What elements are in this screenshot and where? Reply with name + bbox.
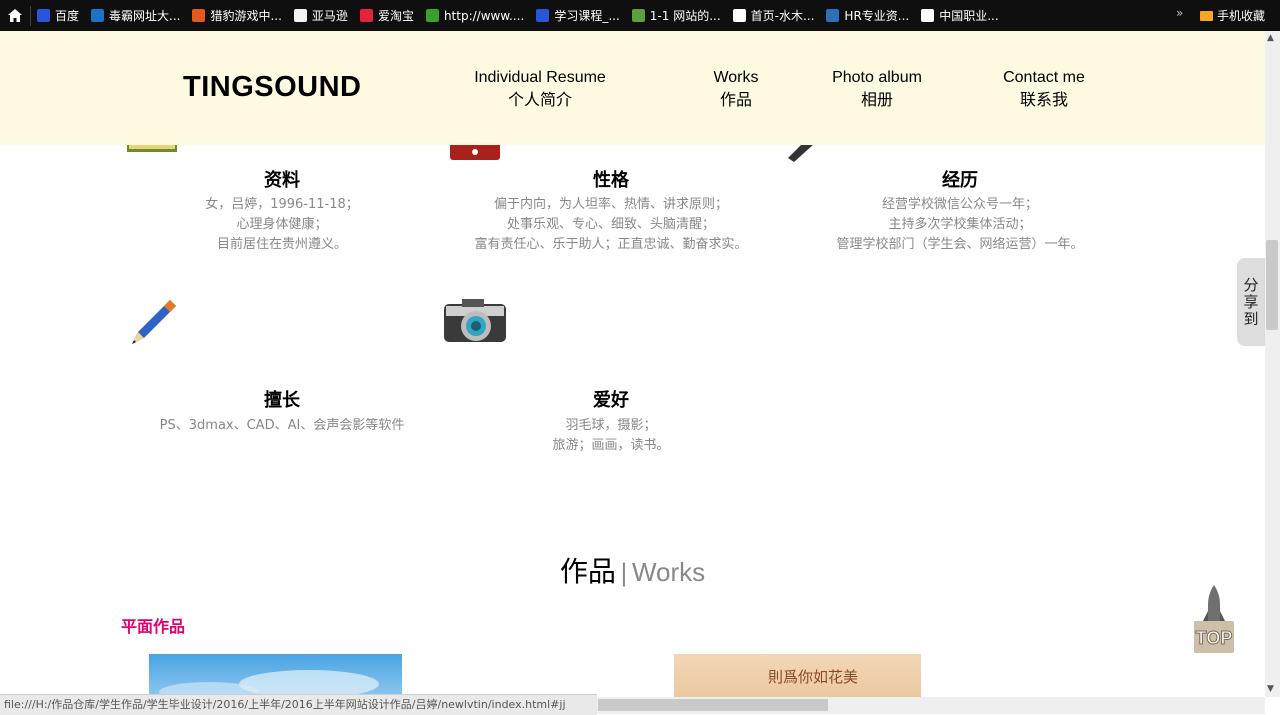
works-title-cn: 作品 xyxy=(559,555,616,588)
profile-line: 女，吕婷，1996-11-18； xyxy=(205,197,359,212)
profile-title-skills: 擅长 xyxy=(264,390,300,411)
work-thumbnail[interactable] xyxy=(149,654,402,697)
bookmark-item[interactable]: 首页-水木... xyxy=(732,7,815,24)
nav-label-cn: 相册 xyxy=(860,90,893,109)
bookmark-label: http://www.... xyxy=(443,8,525,23)
bookmark-item[interactable]: 中国职业... xyxy=(921,7,999,24)
bookmark-label: 猎豹游戏中... xyxy=(210,9,282,23)
profile-line: 处事乐观、专心、细致、头脑清醒； xyxy=(506,217,715,232)
game-icon xyxy=(192,9,206,22)
bird-icon xyxy=(826,9,840,22)
profile-title-experience: 经历 xyxy=(942,170,978,191)
site-header: TINGSOUND Individual Resume 个人简介 Works 作… xyxy=(0,31,1265,145)
bookmarks-bar: 百度 毒霸网址大... 猎豹游戏中... 亚马逊 爱淘宝 http://www.... 学习… xyxy=(0,0,1280,31)
back-to-top-button[interactable]: TOP xyxy=(1192,583,1236,659)
profile-line: 富有责任心、乐于助人；正直忠诚、勤奋求实。 xyxy=(474,237,748,252)
profile-line: PS、3dmax、CAD、AI、会声会影等软件 xyxy=(159,418,405,433)
profile-line: 羽毛球，摄影； xyxy=(565,418,657,433)
profile-line: 经营学校微信公众号一年； xyxy=(881,197,1038,212)
page-icon xyxy=(921,9,935,22)
nav-individual-resume[interactable]: Individual Resume 个人简介 xyxy=(472,67,608,111)
works-title-separator: | xyxy=(619,559,628,587)
bookmark-label: 亚马逊 xyxy=(311,9,348,23)
bookmark-label: 1-1 网站的... xyxy=(649,9,721,23)
bookmark-label: 学习课程_... xyxy=(554,9,620,23)
status-bar-url: file:///H:/作品仓库/学生作品/学生毕业设计/2016/上半年/201… xyxy=(0,694,597,715)
bookmark-item[interactable]: 百度 xyxy=(37,7,79,24)
mobile-bookmarks-button[interactable]: 手机收藏 xyxy=(1200,0,1265,31)
thumbnail-caption: 則爲你如花美 xyxy=(768,668,859,686)
bookmark-item[interactable]: 1-1 网站的... xyxy=(631,7,721,24)
bookmark-item[interactable]: 爱淘宝 xyxy=(359,7,414,24)
profile-title-hobbies: 爱好 xyxy=(593,390,629,411)
bookmark-label: HR专业资... xyxy=(844,9,910,23)
scroll-down-icon[interactable]: ▼ xyxy=(1267,684,1274,694)
bookmark-label: 百度 xyxy=(55,9,80,23)
taobao-icon xyxy=(359,9,373,22)
nav-photo-album[interactable]: Photo album 相册 xyxy=(826,67,928,111)
leaf-icon xyxy=(631,9,645,22)
k-icon xyxy=(91,9,105,22)
home-icon[interactable] xyxy=(0,0,30,31)
nav-label-cn: 作品 xyxy=(719,90,752,109)
works-heading: 作品 | Works xyxy=(0,550,1265,590)
camera-icon xyxy=(442,296,508,350)
pencil-icon xyxy=(124,296,180,356)
nav-contact-me[interactable]: Contact me 联系我 xyxy=(1000,67,1088,111)
top-label: TOP xyxy=(1196,628,1233,648)
nav-label-en: Contact me xyxy=(1003,69,1085,86)
bookmark-item[interactable]: 猎豹游戏中... xyxy=(192,7,282,24)
profile-line: 心理身体健康； xyxy=(236,217,328,232)
profile-line: 目前居住在贵州遵义。 xyxy=(216,237,347,252)
bookmark-item[interactable]: 毒霸网址大... xyxy=(91,7,180,24)
work-thumbnail[interactable]: 則爲你如花美 xyxy=(674,654,921,697)
horizontal-scroll-thumb[interactable] xyxy=(598,699,828,711)
grid-icon xyxy=(425,9,439,22)
vertical-scroll-thumb[interactable] xyxy=(1266,240,1278,330)
folder-icon xyxy=(1200,10,1213,21)
page-icon xyxy=(732,9,746,22)
mobile-bookmarks-label: 手机收藏 xyxy=(1217,9,1266,23)
bookmark-item[interactable]: 学习课程_... xyxy=(536,7,620,24)
profile-line: 旅游；画画，读书。 xyxy=(552,438,670,453)
vertical-scrollbar[interactable] xyxy=(1265,31,1280,697)
bookmark-label: 中国职业... xyxy=(939,9,999,23)
bookmarks-more-button[interactable]: » xyxy=(1176,6,1183,20)
profile-line: 主持多次学校集体活动； xyxy=(888,217,1032,232)
site-logo[interactable]: TINGSOUND xyxy=(183,71,362,104)
nav-works[interactable]: Works 作品 xyxy=(706,67,766,111)
profile-title-info: 资料 xyxy=(264,170,300,191)
scroll-up-icon[interactable]: ▲ xyxy=(1267,33,1274,43)
nav-label-en: Individual Resume xyxy=(474,69,606,86)
nav-label-cn: 联系我 xyxy=(1019,90,1068,109)
bookmark-item[interactable]: http://www.... xyxy=(425,8,525,23)
bookmark-label: 爱淘宝 xyxy=(377,9,414,23)
bookmark-label: 首页-水木... xyxy=(750,9,815,23)
bookmark-item[interactable]: 亚马逊 xyxy=(293,7,348,24)
graphic-works-label: 平面作品 xyxy=(121,617,186,636)
nav-label-cn: 个人简介 xyxy=(507,90,572,109)
works-title-en: Works xyxy=(631,557,706,587)
share-button[interactable]: 分享到 xyxy=(1237,258,1265,346)
profile-line: 管理学校部门（学生会、网络运营）一年。 xyxy=(836,237,1084,252)
bookmark-item[interactable]: HR专业资... xyxy=(826,7,909,24)
profile-line: 偏于内向，为人坦率、热情、讲求原则； xyxy=(493,197,728,212)
profile-title-personality: 性格 xyxy=(593,170,629,191)
bookmarks-separator xyxy=(30,5,31,26)
nav-label-en: Works xyxy=(713,69,759,86)
paw-icon xyxy=(37,9,50,22)
amazon-icon xyxy=(293,9,307,22)
nav-label-en: Photo album xyxy=(832,69,922,86)
paw-icon xyxy=(536,9,550,22)
bookmark-label: 毒霸网址大... xyxy=(109,9,181,23)
